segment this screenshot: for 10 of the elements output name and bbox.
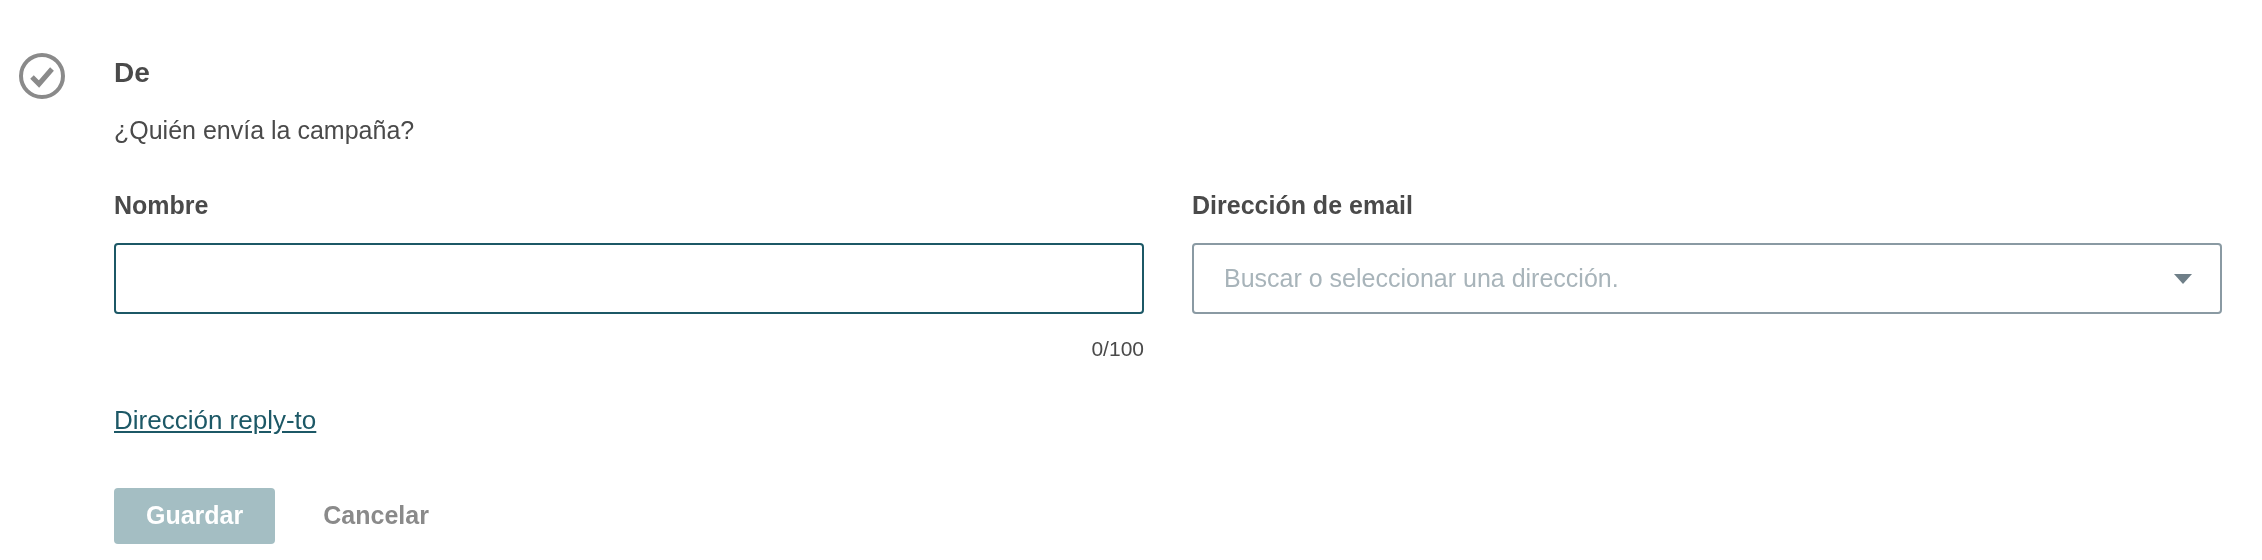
cancel-button[interactable]: Cancelar [291, 488, 461, 544]
section-subtitle: ¿Quién envía la campaña? [114, 115, 416, 145]
name-input-field[interactable] [114, 243, 1144, 314]
character-counter: 0/100 [1091, 336, 1144, 362]
field-label: Dirección de email [1192, 190, 1414, 220]
section-title: De [114, 56, 151, 90]
reply-to-link[interactable]: Dirección reply-to [114, 404, 317, 436]
email-select-field[interactable]: Buscar o seleccionar una dirección. [1192, 243, 2222, 314]
dropdown-caret-icon [2174, 274, 2192, 284]
field-label: Nombre [114, 190, 210, 220]
